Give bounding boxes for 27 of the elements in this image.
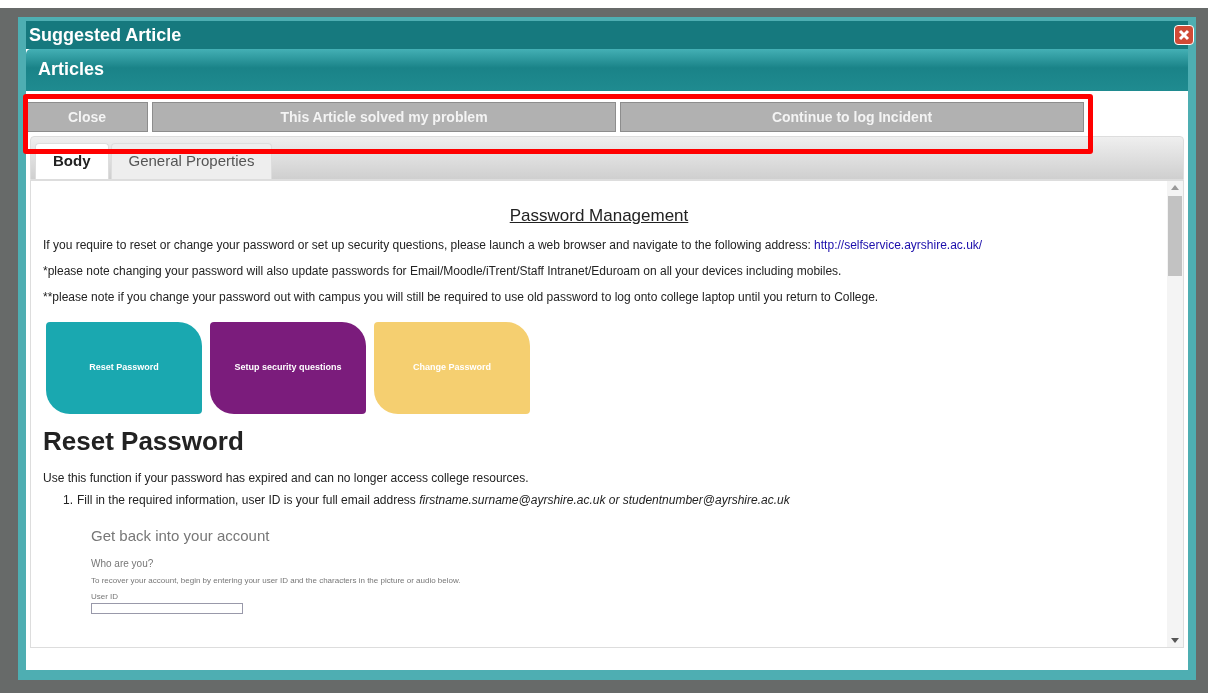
step-text: Fill in the required information, user ID is your full email address firstname.surname@ayrshire.ac.uk or studentnumber@ayrshire.ac.uk xyxy=(77,492,790,509)
scroll-up-icon[interactable] xyxy=(1171,184,1179,190)
section-text: Use this function if your password has expired and can no longer access college resources. xyxy=(43,470,530,487)
tile-button[interactable]: Setup security questions xyxy=(210,322,366,414)
article-heading: Password Management xyxy=(509,205,689,225)
scrollbar[interactable] xyxy=(1167,180,1183,647)
scroll-down-icon[interactable] xyxy=(1171,638,1179,643)
intro-text: If you require to reset or change your password or set up security questions, please launch a web browser and navigate to the following address: http://selfservice.ayrshire.ac.uk/ xyxy=(43,237,984,254)
tile-button[interactable]: Reset Password xyxy=(46,322,202,414)
embedded-text: To recover your account, begin by entering your user ID and the characters in the picture or audio below. xyxy=(91,574,462,587)
article-link[interactable]: http://selfservice.ayrshire.ac.uk/ xyxy=(814,238,983,252)
tile-button[interactable]: Change Password xyxy=(374,322,530,414)
scroll-thumb[interactable] xyxy=(1168,195,1182,276)
toolbar-button[interactable]: Close xyxy=(26,102,148,132)
window-title: Suggested Article xyxy=(29,24,182,47)
note-text: *please note changing your password will also update passwords for Email/Moodle/iTrent/Staff Intranet/Eduroam on all your devices including mobiles. xyxy=(43,263,843,280)
field-label: User ID xyxy=(91,590,120,603)
input-field[interactable] xyxy=(91,602,243,614)
close-icon[interactable] xyxy=(1174,25,1194,45)
toolbar-button[interactable]: Continue to log Incident xyxy=(620,102,1084,132)
embedded-title: Get back into your account xyxy=(91,526,271,546)
step-number: 1. xyxy=(63,492,73,509)
toolbar-button[interactable]: This Article solved my problem xyxy=(152,102,616,132)
panel-header: Articles xyxy=(26,49,1188,91)
section-heading: Reset Password xyxy=(43,425,245,458)
note-text: **please note if you change your password out with campus you will still be required to use old password to log onto college laptop until you return to College. xyxy=(43,289,880,306)
embedded-subtitle: Who are you? xyxy=(91,556,155,571)
